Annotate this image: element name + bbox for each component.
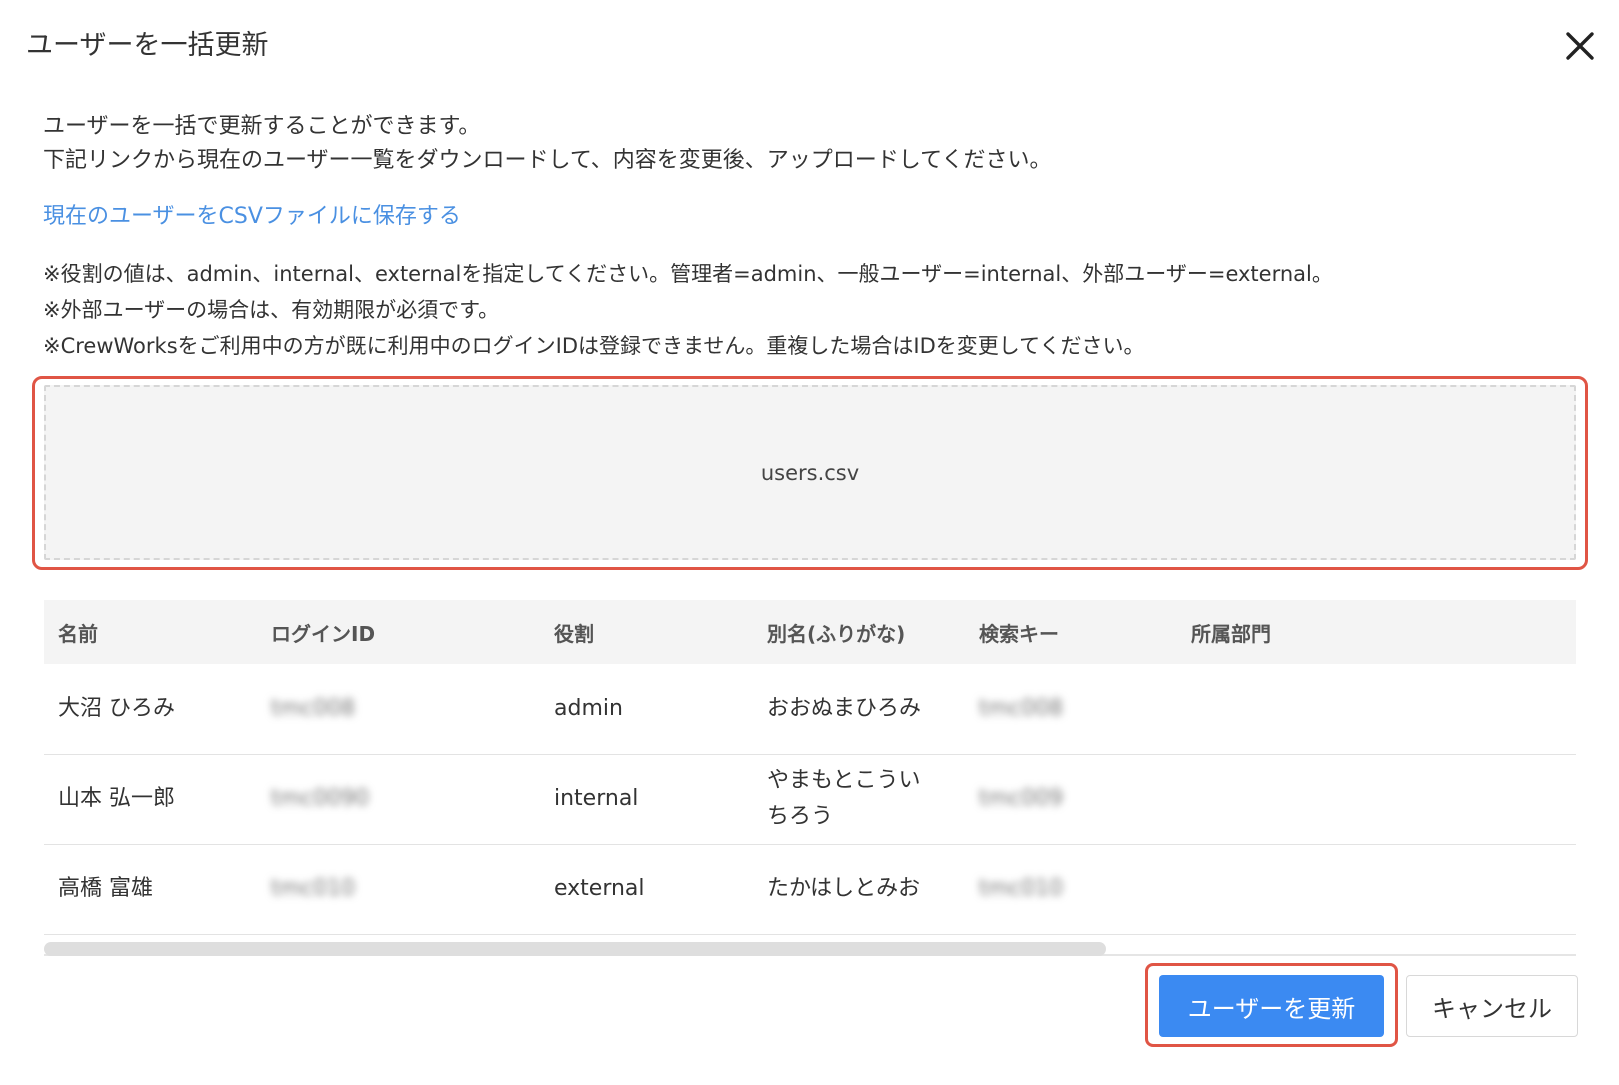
bulk-update-dialog: ユーザーを一括更新 ユーザーを一括で更新することができます。 下記リンクから現在… — [0, 0, 1619, 1085]
table-row: 高橋 富雄 tmc010 external たかはしとみお tmc010 — [44, 844, 1576, 934]
cell-role: external — [554, 876, 645, 901]
cell-department — [1177, 844, 1576, 934]
cancel-button[interactable]: キャンセル — [1406, 975, 1578, 1037]
scrollbar-thumb[interactable] — [44, 942, 1106, 956]
notes: ※役割の値は、admin、internal、externalを指定してください。… — [43, 256, 1333, 364]
cell-login-id: tmc008 — [271, 695, 356, 721]
header-name: 名前 — [58, 621, 98, 646]
cell-role: admin — [554, 695, 623, 721]
header-alias: 別名(ふりがな) — [767, 621, 906, 646]
preview-table-container: 名前 ログインID 役割 別名(ふりがな) 検索キー 所属部門 大沼 ひろみ t… — [44, 600, 1576, 956]
update-users-button[interactable]: ユーザーを更新 — [1159, 975, 1384, 1037]
table-row: 大沼 ひろみ tmc008 admin おおぬまひろみ tmc008 — [44, 664, 1576, 754]
cell-department — [1177, 754, 1576, 844]
description: ユーザーを一括で更新することができます。 下記リンクから現在のユーザー一覧をダウ… — [43, 110, 1051, 178]
table-row: 山本 弘一郎 tmc0090 internal やまもとこういちろう tmc00… — [44, 754, 1576, 844]
cell-login-id: tmc010 — [271, 876, 356, 901]
note-line: ※CrewWorksをご利用中の方が既に利用中のログインIDは登録できません。重… — [43, 334, 1145, 358]
header-login-id: ログインID — [271, 621, 376, 646]
file-dropzone[interactable]: users.csv — [44, 385, 1576, 560]
horizontal-scrollbar[interactable] — [44, 942, 1576, 956]
dropzone-filename: users.csv — [760, 460, 860, 485]
header-search-key: 検索キー — [979, 621, 1059, 646]
cell-search-key: tmc010 — [979, 876, 1064, 901]
cell-search-key: tmc009 — [979, 786, 1064, 811]
header-department: 所属部門 — [1191, 621, 1271, 646]
cell-login-id: tmc0090 — [271, 786, 370, 811]
cell-name: 大沼 ひろみ — [58, 695, 175, 721]
table-header-row: 名前 ログインID 役割 別名(ふりがな) 検索キー 所属部門 — [44, 600, 1576, 664]
cell-alias: おおぬまひろみ — [767, 695, 922, 721]
note-line: ※役割の値は、admin、internal、externalを指定してください。… — [43, 262, 1333, 286]
description-line: ユーザーを一括で更新することができます。 — [43, 114, 481, 139]
cell-role: internal — [554, 786, 639, 811]
close-icon — [1566, 32, 1594, 60]
cell-search-key: tmc008 — [979, 695, 1064, 721]
download-csv-link[interactable]: 現在のユーザーをCSVファイルに保存する — [43, 200, 461, 234]
note-line: ※外部ユーザーの場合は、有効期限が必須です。 — [43, 298, 500, 322]
cell-name: 山本 弘一郎 — [58, 786, 175, 811]
preview-table: 名前 ログインID 役割 別名(ふりがな) 検索キー 所属部門 大沼 ひろみ t… — [44, 600, 1576, 935]
cell-alias: たかはしとみお — [767, 876, 921, 901]
description-line: 下記リンクから現在のユーザー一覧をダウンロードして、内容を変更後、アップロードし… — [43, 148, 1052, 173]
dialog-title: ユーザーを一括更新 — [26, 30, 269, 61]
close-button[interactable] — [1562, 25, 1598, 65]
cell-name: 高橋 富雄 — [58, 876, 153, 901]
cell-alias: やまもとこういちろう — [767, 768, 921, 829]
cell-department — [1177, 664, 1576, 754]
header-role: 役割 — [554, 621, 594, 646]
